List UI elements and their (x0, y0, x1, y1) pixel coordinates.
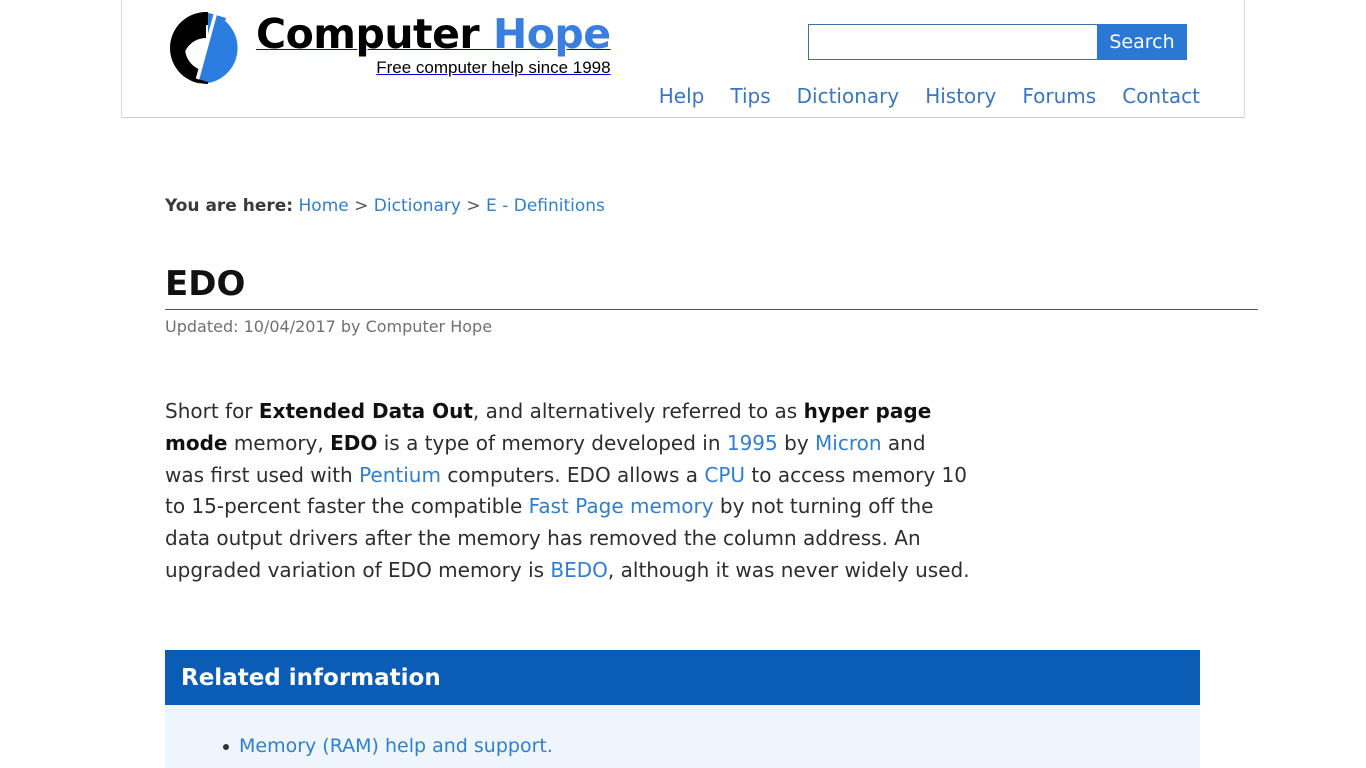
breadcrumb-separator-2: > (466, 196, 481, 216)
definition-link[interactable]: 1995 (727, 431, 778, 455)
updated-byline: Updated: 10/04/2017 by Computer Hope (165, 317, 493, 336)
search-input[interactable] (808, 24, 1097, 60)
definition-text: , although it was never widely used. (607, 557, 970, 582)
nav-item-contact[interactable]: Contact (1122, 84, 1200, 108)
logo-text: Computer Hope Free computer help since 1… (256, 11, 611, 78)
definition-text: by (777, 430, 816, 455)
definition-text: memory, (227, 430, 331, 455)
search-form: Search (808, 24, 1187, 60)
breadcrumb: You are here: Home > Dictionary > E - De… (165, 194, 605, 218)
logo-title-computer: Computer (256, 10, 480, 58)
definition-link[interactable]: BEDO (550, 558, 608, 582)
related-information-header: Related information (165, 650, 1200, 705)
definition-text: is a type of memory developed in (377, 430, 727, 455)
nav-item-forums[interactable]: Forums (1022, 84, 1096, 108)
definition-text: , and alternatively referred to as (472, 399, 804, 423)
related-information-title: Related information (181, 664, 441, 691)
nav-item-help[interactable]: Help (659, 84, 705, 108)
related-information-box: Related information Memory (RAM) help an… (165, 650, 1200, 768)
related-information-body: Memory (RAM) help and support. (165, 705, 1200, 768)
search-button[interactable]: Search (1097, 24, 1187, 60)
logo-tagline: Free computer help since 1998 (376, 58, 611, 77)
definition-link[interactable]: Micron (815, 431, 882, 455)
definition-link[interactable]: Fast Page memory (529, 494, 714, 518)
related-link-memory-ram[interactable]: Memory (RAM) help and support. (239, 735, 553, 757)
definition-bold-term: Extended Data Out (258, 399, 473, 423)
nav-item-dictionary[interactable]: Dictionary (797, 84, 900, 108)
definition-text: Short for (165, 399, 259, 423)
breadcrumb-label: You are here: (165, 196, 294, 216)
computer-hope-logo-icon (168, 10, 244, 86)
definition-link[interactable]: CPU (704, 463, 745, 487)
breadcrumb-item-e-definitions[interactable]: E - Definitions (486, 196, 605, 216)
logo-title: Computer Hope (256, 10, 611, 58)
nav-item-tips[interactable]: Tips (730, 84, 770, 108)
breadcrumb-separator-1: > (354, 196, 369, 216)
page-title: EDO (165, 264, 246, 304)
definition-paragraph: Short for Extended Data Out, and alterna… (165, 396, 970, 587)
logo-title-hope: Hope (492, 10, 611, 58)
related-links-list: Memory (RAM) help and support. (165, 733, 1200, 759)
list-item: Memory (RAM) help and support. (223, 733, 1200, 759)
site-logo-link[interactable]: Computer Hope Free computer help since 1… (168, 8, 611, 86)
definition-link[interactable]: Pentium (359, 463, 441, 487)
breadcrumb-item-dictionary[interactable]: Dictionary (374, 196, 461, 216)
site-header: Computer Hope Free computer help since 1… (121, 0, 1245, 118)
nav-item-history[interactable]: History (925, 84, 996, 108)
title-divider (165, 309, 1258, 310)
definition-text: computers. EDO allows a (440, 462, 705, 487)
breadcrumb-item-home[interactable]: Home (299, 196, 349, 216)
definition-bold-term: EDO (330, 430, 378, 455)
main-nav: Help Tips Dictionary History Forums Cont… (659, 84, 1200, 108)
